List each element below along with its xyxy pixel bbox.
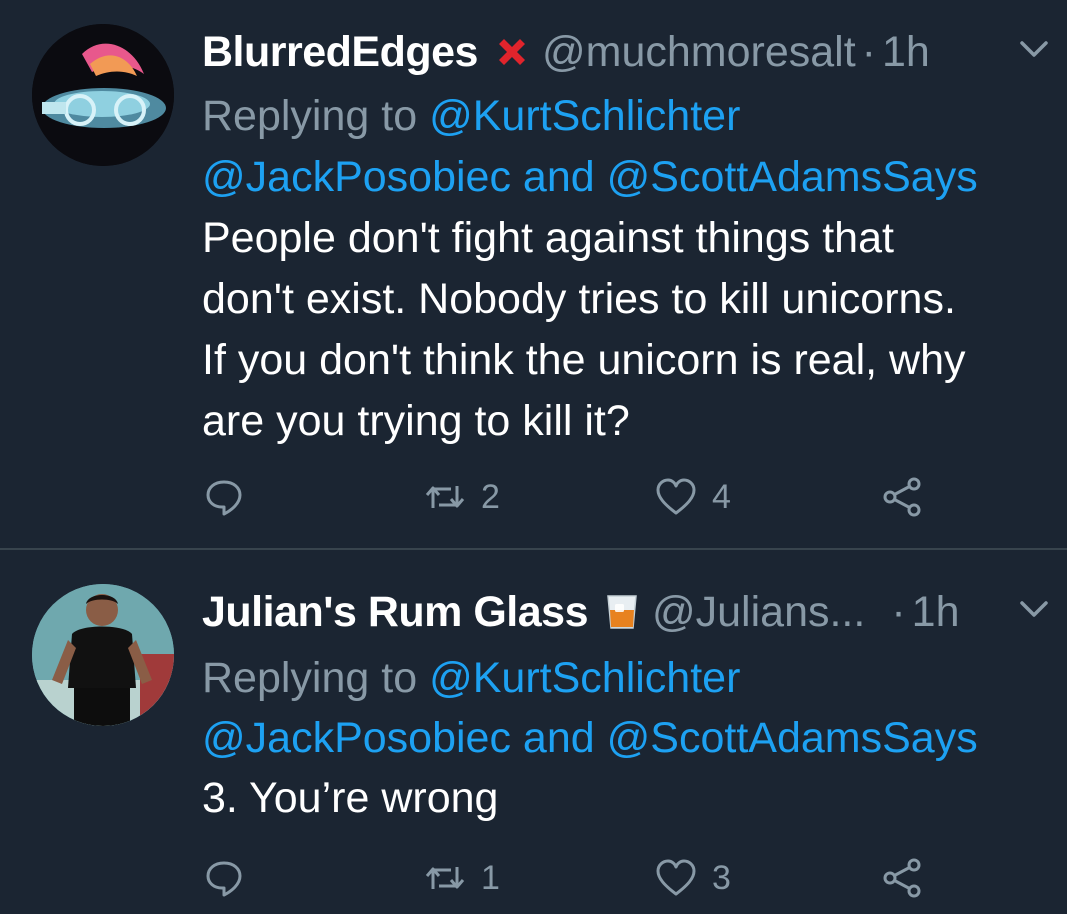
share-icon — [880, 475, 924, 519]
tweet-header: BlurredEdges @muchmoresalt · 1h — [202, 26, 930, 78]
like-count: 4 — [712, 477, 731, 516]
like-button[interactable]: 3 — [654, 853, 731, 903]
retweet-icon — [423, 475, 467, 519]
mention-link[interactable]: @ScottAdamsSays — [607, 714, 978, 762]
tweet-text-line: don't exist. Nobody tries to kill unicor… — [202, 275, 956, 323]
and-label[interactable]: and — [523, 153, 595, 201]
handle[interactable]: @Julians... — [652, 588, 865, 637]
like-button[interactable]: 4 — [654, 472, 731, 522]
like-count: 3 — [712, 858, 731, 897]
chevron-down-icon[interactable] — [1018, 598, 1050, 622]
retweet-count: 1 — [481, 858, 500, 897]
timestamp[interactable]: 1h — [912, 588, 960, 637]
tweet-text-line: If you don't think the unicorn is real, … — [202, 336, 966, 384]
avatar[interactable] — [32, 584, 174, 726]
reply-button[interactable] — [202, 472, 246, 522]
replying-to-continued: @JackPosobiec and @ScottAdamsSays — [202, 147, 978, 208]
heart-icon — [654, 856, 698, 900]
tweet-header: Julian's Rum Glass @Julians... · 1h — [202, 586, 960, 638]
mention-link[interactable]: @JackPosobiec — [202, 153, 511, 201]
share-icon — [880, 856, 924, 900]
replying-to: Replying to @KurtSchlichter — [202, 648, 740, 709]
mention-link[interactable]: @ScottAdamsSays — [607, 153, 978, 201]
retweet-count: 2 — [481, 477, 500, 516]
share-button[interactable] — [880, 853, 924, 903]
replying-to-label: Replying to — [202, 92, 418, 140]
tweet-text: 3. You’re wrong — [202, 768, 1042, 829]
reply-icon — [202, 475, 246, 519]
replying-to: Replying to @KurtSchlichter — [202, 86, 740, 147]
retweet-icon — [423, 856, 467, 900]
tweet-text-line: People don't fight against things that — [202, 214, 894, 262]
tweet[interactable]: Julian's Rum Glass @Julians... · 1h Repl… — [0, 550, 1067, 914]
and-label[interactable]: and — [523, 714, 595, 762]
tweet[interactable]: BlurredEdges @muchmoresalt · 1h Replying… — [0, 0, 1067, 548]
tweet-text: People don't fight against things that d… — [202, 208, 1042, 452]
timestamp[interactable]: 1h — [882, 28, 930, 77]
retweet-button[interactable]: 2 — [423, 472, 500, 522]
display-name[interactable]: Julian's Rum Glass — [202, 588, 588, 637]
tumbler-glass-icon — [602, 592, 642, 632]
mention-link[interactable]: @JackPosobiec — [202, 714, 511, 762]
replying-to-continued: @JackPosobiec and @ScottAdamsSays — [202, 708, 978, 769]
replying-to-label: Replying to — [202, 654, 418, 702]
chevron-down-icon[interactable] — [1018, 38, 1050, 62]
mention-link[interactable]: @KurtSchlichter — [429, 92, 740, 140]
tweet-text-line: 3. You’re wrong — [202, 774, 499, 822]
tweet-actions: 2 4 — [0, 472, 1067, 522]
tweet-text-line: are you trying to kill it? — [202, 397, 630, 445]
separator-dot: · — [891, 587, 906, 636]
avatar[interactable] — [32, 24, 174, 166]
mention-link[interactable]: @KurtSchlichter — [429, 654, 740, 702]
red-x-icon — [492, 32, 532, 72]
heart-icon — [654, 475, 698, 519]
retweet-button[interactable]: 1 — [423, 853, 500, 903]
handle[interactable]: @muchmoresalt — [542, 28, 856, 77]
reply-icon — [202, 856, 246, 900]
separator-dot: · — [861, 27, 876, 76]
tweet-actions: 1 3 — [0, 853, 1067, 903]
reply-button[interactable] — [202, 853, 246, 903]
share-button[interactable] — [880, 472, 924, 522]
display-name[interactable]: BlurredEdges — [202, 28, 478, 77]
